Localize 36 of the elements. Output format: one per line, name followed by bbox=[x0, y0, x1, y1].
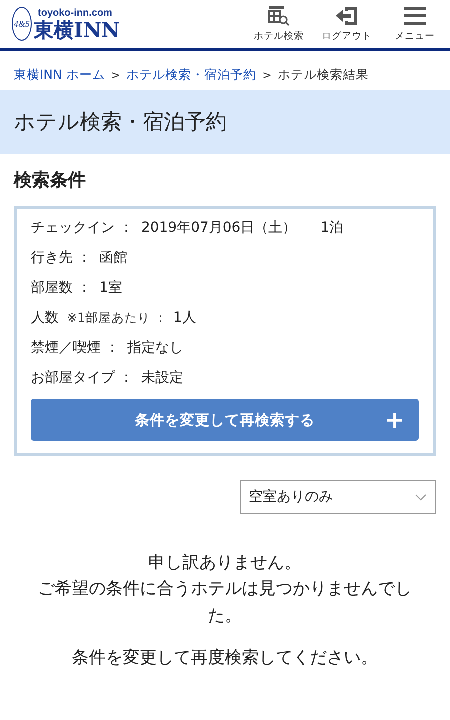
condition-value: 未設定 bbox=[141, 369, 184, 387]
logo-mark: 4&5 bbox=[12, 7, 32, 41]
nav-button[interactable]: ログアウト bbox=[320, 5, 374, 43]
condition-note: ※1部屋あたり ： bbox=[67, 310, 168, 327]
breadcrumb-separator: > bbox=[111, 69, 121, 82]
nav-button[interactable]: メニュー bbox=[388, 5, 442, 43]
research-button[interactable]: 条件を変更して再検索する + bbox=[31, 399, 419, 441]
condition-label: チェックイン ： bbox=[31, 219, 134, 237]
logo-name: 東横INN bbox=[34, 19, 120, 41]
section-title: 検索条件 bbox=[14, 169, 87, 192]
condition-label: お部屋タイプ ： bbox=[31, 369, 134, 387]
page-title: ホテル検索・宿泊予約 bbox=[0, 90, 450, 154]
condition-label: 禁煙／喫煙 ： bbox=[31, 339, 120, 357]
search-icon bbox=[267, 5, 291, 27]
breadcrumb-link[interactable]: 東横INN ホーム bbox=[14, 67, 106, 84]
availability-select[interactable]: 空室ありのみ bbox=[240, 480, 436, 514]
condition-value: 函館 bbox=[99, 249, 128, 267]
condition-label: 行き先 ： bbox=[31, 249, 92, 267]
condition-value: 2019年07月06日（土） bbox=[141, 219, 297, 237]
breadcrumb-link[interactable]: ホテル検索・宿泊予約 bbox=[126, 67, 257, 84]
chevron-down-icon bbox=[415, 494, 427, 500]
no-results-message: 申し訳ありません。 ご希望の条件に合うホテルは見つかりませんでした。 bbox=[37, 552, 413, 628]
condition-value: 1室 bbox=[99, 279, 122, 297]
condition-label: 部屋数 ： bbox=[31, 279, 92, 297]
logo-domain: toyoko-inn.com bbox=[37, 8, 114, 19]
retry-hint: 条件を変更して再度検索してください。 bbox=[71, 647, 379, 670]
condition-value: 1人 bbox=[173, 309, 196, 327]
condition-value: 1泊 bbox=[320, 219, 344, 237]
menu-icon bbox=[403, 5, 427, 27]
plus-icon: + bbox=[384, 408, 405, 432]
logout-icon bbox=[334, 5, 360, 27]
nav-button[interactable]: ホテル検索 bbox=[252, 5, 306, 43]
condition-value: 指定なし bbox=[127, 339, 184, 357]
breadcrumb-current: ホテル検索結果 bbox=[278, 67, 369, 84]
condition-label: 人数 bbox=[31, 309, 59, 327]
breadcrumb-separator: > bbox=[262, 69, 272, 82]
